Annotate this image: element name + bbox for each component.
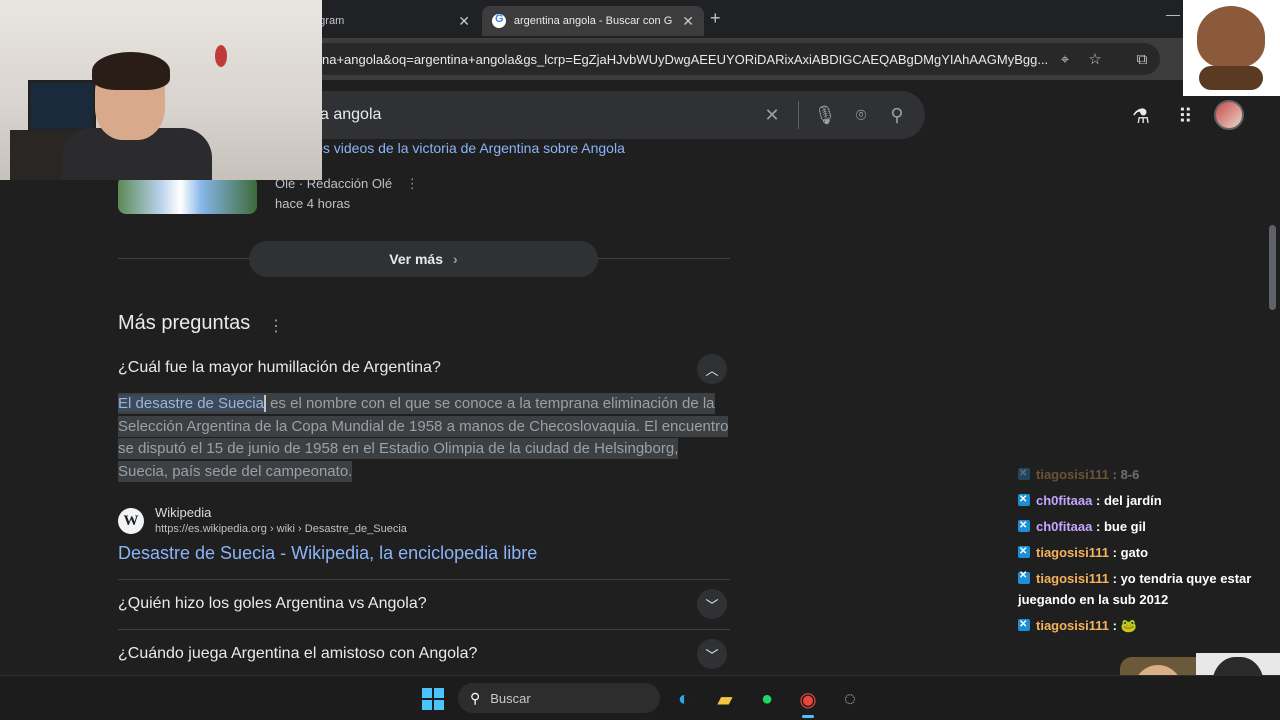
source-title-link[interactable]: Desastre de Suecia - Wikipedia, la encic… (118, 543, 537, 564)
monitor-shape (28, 80, 96, 132)
chat-badge-icon (1018, 612, 1030, 638)
person-hair (92, 52, 170, 90)
lens-icon[interactable]: ⌾ (843, 105, 879, 126)
chat-message: tiagosisi111 : gato (1018, 539, 1268, 566)
chat-badge-icon (1018, 539, 1030, 565)
news-time: hace 4 horas (275, 196, 351, 211)
chevron-up-icon[interactable]: ︿ (697, 354, 727, 384)
obs-icon[interactable]: ◌ (835, 684, 865, 714)
chat-message: ch0fitaaa : bue gil (1018, 513, 1268, 540)
more-options-icon[interactable]: ⋮ (406, 176, 419, 191)
more-options-icon[interactable]: ⋮ (268, 316, 284, 336)
ver-mas-button[interactable]: Ver más › (249, 241, 598, 277)
start-button[interactable] (418, 684, 448, 714)
edge-icon[interactable]: ◐ (669, 684, 699, 714)
chat-badge-icon (1018, 513, 1030, 539)
chevron-down-icon[interactable]: ﹀ (697, 589, 727, 619)
spotify-icon[interactable]: ● (752, 684, 782, 714)
chat-message: ch0fitaaa : del jardín (1018, 487, 1268, 514)
faq-question[interactable]: ¿Cuándo juega Argentina el amistoso con … (118, 645, 477, 663)
wikipedia-logo-icon: W (118, 508, 144, 534)
address-bar[interactable]: na+angola&oq=argentina+angola&gs_lcrp=Eg… (310, 43, 1160, 75)
faq-question[interactable]: ¿Cuál fue la mayor humillación de Argent… (118, 359, 441, 377)
search-icon[interactable]: ⚲ (879, 105, 915, 126)
active-app-indicator (802, 715, 814, 718)
chat-message: tiagosisi111 : 🐸 (1018, 612, 1268, 639)
answer-highlight: El desastre de Suecia (118, 395, 266, 412)
chat-message: tiagosisi111 : 8-6 (1018, 461, 1268, 488)
search-divider (798, 101, 799, 129)
wall-bag-shape (215, 45, 227, 67)
tab-instagram[interactable]: tagram ✕ (300, 6, 480, 36)
microphone-icon[interactable]: 🎙 (807, 105, 843, 126)
faq-answer: El desastre de Suecia es el nombre con e… (118, 393, 730, 483)
source-name: Wikipedia (155, 505, 212, 520)
search-query[interactable]: a angola (320, 106, 754, 124)
clear-icon[interactable]: ✕ (754, 105, 790, 126)
chrome-icon[interactable]: ◉ (793, 684, 823, 714)
taskbar-search[interactable]: ⚲ Buscar (458, 683, 660, 713)
faq-question[interactable]: ¿Quién hizo los goles Argentina vs Angol… (118, 595, 427, 613)
windows-taskbar: ⚲ Buscar ◐ ▰ ● ◉ ◌ (0, 675, 1280, 720)
news-result-link[interactable]: los videos de la victoria de Argentina s… (312, 140, 625, 156)
goomba-icon (1197, 6, 1265, 68)
apps-grid-icon[interactable]: ⠿ (1178, 104, 1193, 129)
minimize-icon[interactable]: — (1166, 6, 1180, 22)
close-icon[interactable]: ✕ (458, 13, 470, 30)
new-tab-icon[interactable]: + (710, 8, 721, 29)
extensions-icon[interactable]: ⧉ (1133, 51, 1151, 69)
chevron-right-icon: › (453, 251, 458, 267)
goomba-overlay (1183, 0, 1280, 96)
windows-logo-icon (422, 688, 444, 710)
bookmark-star-icon[interactable]: ☆ (1086, 51, 1104, 69)
location-icon[interactable]: ⌖ (1056, 51, 1074, 69)
tab-google-search[interactable]: argentina angola - Buscar con G ✕ (482, 6, 704, 36)
news-thumbnail[interactable] (118, 176, 257, 214)
source-url: https://es.wikipedia.org › wiki › Desast… (155, 523, 407, 535)
chevron-down-icon[interactable]: ﹀ (697, 639, 727, 669)
stream-chat: tiagosisi111 : 8-6 ch0fitaaa : del jardí… (1018, 461, 1268, 639)
labs-flask-icon[interactable]: ⚗ (1132, 104, 1150, 129)
close-icon[interactable]: ✕ (682, 13, 694, 30)
address-url: na+angola&oq=argentina+angola&gs_lcrp=Eg… (322, 51, 1049, 67)
chat-badge-icon (1018, 461, 1030, 487)
search-box[interactable]: a angola ✕ 🎙 ⌾ ⚲ (300, 91, 925, 139)
account-avatar[interactable] (1214, 100, 1244, 130)
goomba-feet (1199, 66, 1263, 90)
chat-message: tiagosisi111 : yo tendria quye estar jue… (1018, 565, 1268, 613)
faq-title: Más preguntas (118, 312, 251, 334)
faq-divider (118, 629, 730, 630)
google-favicon-icon (492, 13, 506, 28)
faq-divider (118, 579, 730, 580)
page-scrollbar[interactable] (1269, 225, 1276, 310)
chat-badge-icon (1018, 487, 1030, 513)
file-explorer-icon[interactable]: ▰ (710, 684, 740, 714)
search-icon: ⚲ (470, 689, 481, 706)
webcam-overlay (0, 0, 322, 180)
chat-badge-icon (1018, 565, 1030, 586)
tab-label: argentina angola - Buscar con G (513, 15, 673, 27)
